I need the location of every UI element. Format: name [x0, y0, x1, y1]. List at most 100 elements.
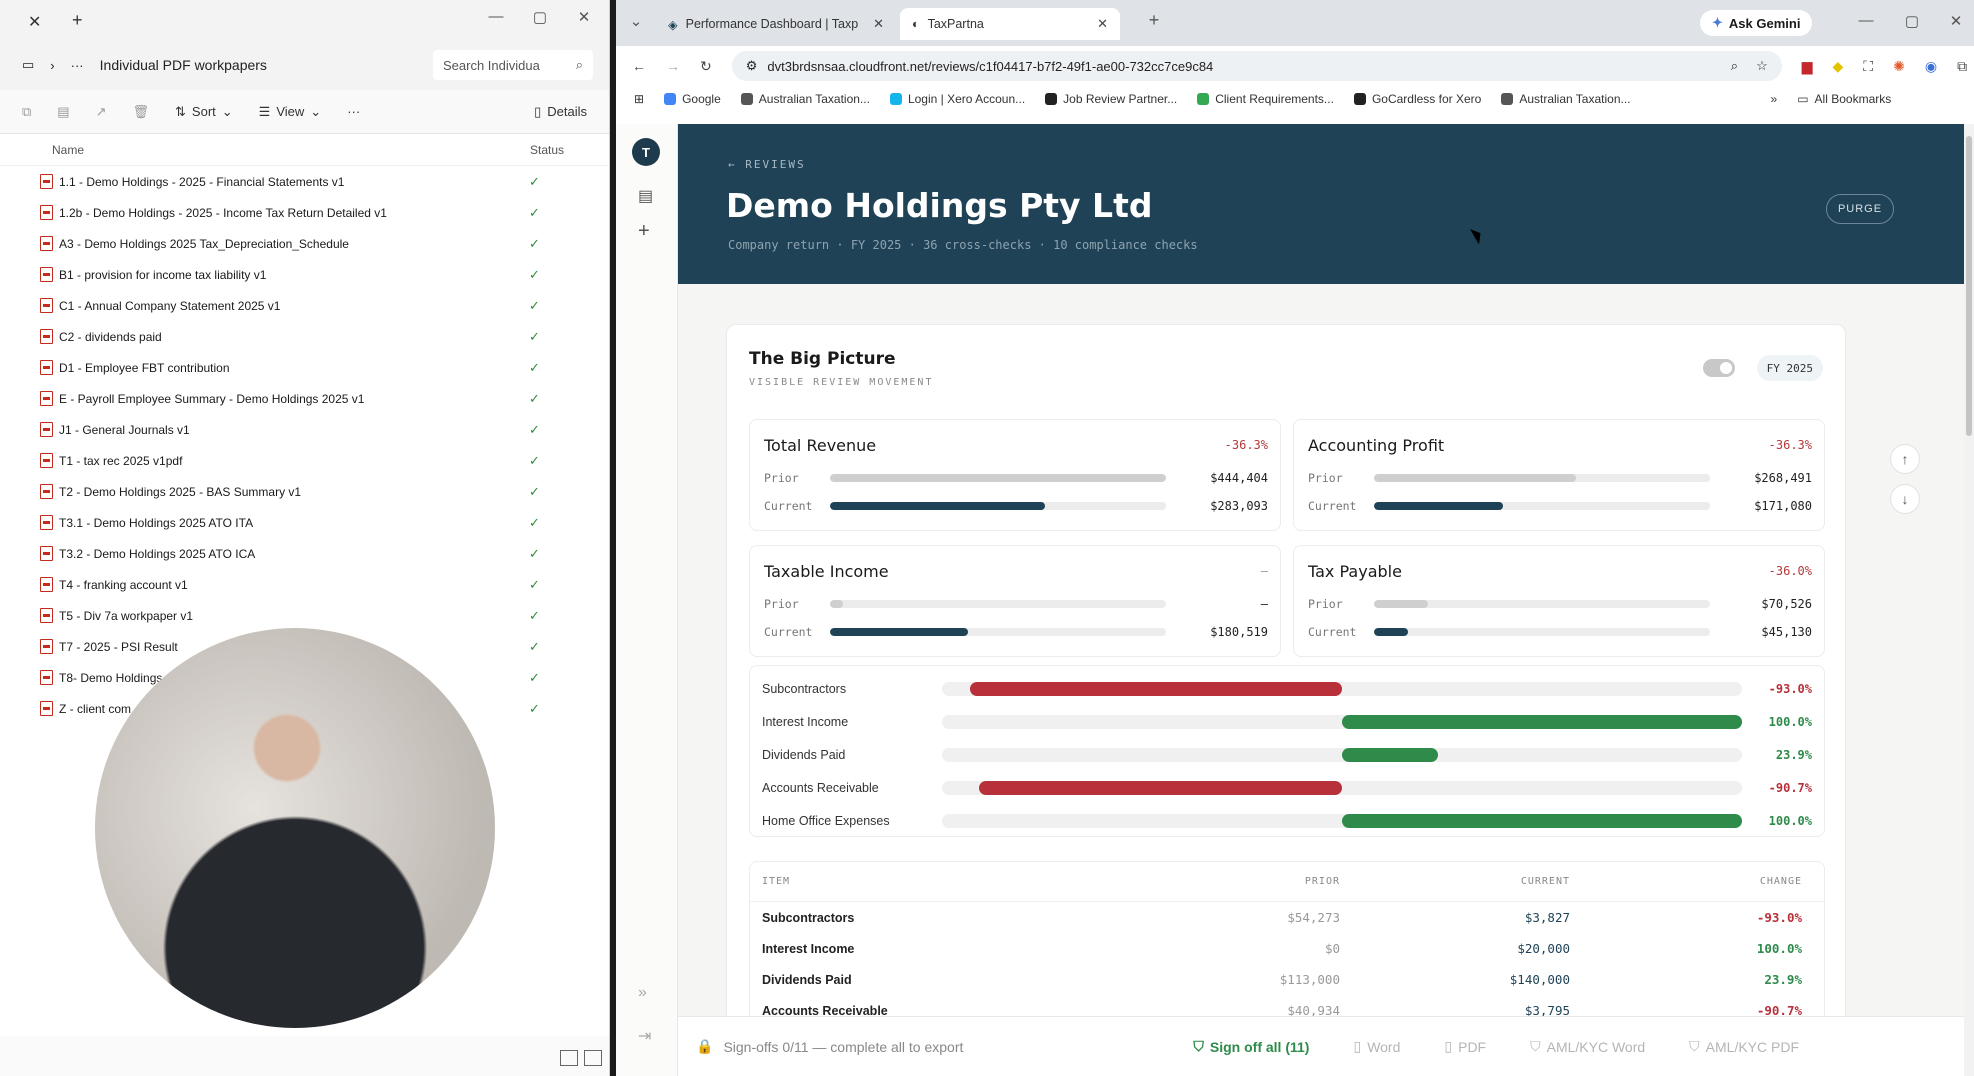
breadcrumb[interactable]: Individual PDF workpapers	[100, 57, 267, 73]
file-row[interactable]: J1 - General Journals v1 ✓	[0, 414, 609, 445]
bookmark-item[interactable]: Login | Xero Accoun...	[889, 92, 1026, 106]
extensions-puzzle-icon[interactable]: ⧉	[1957, 58, 1967, 75]
file-row[interactable]: 1.1 - Demo Holdings - 2025 - Financial S…	[0, 166, 609, 197]
more-bookmarks-icon[interactable]: »	[1771, 92, 1778, 106]
details-button[interactable]: ▯ Details	[534, 104, 587, 120]
prior-row: Prior $268,491	[1308, 470, 1812, 486]
add-icon[interactable]: +	[638, 220, 650, 243]
card-title: The Big Picture	[749, 349, 896, 369]
site-info-icon[interactable]: ⚙	[746, 58, 758, 74]
close-tab-icon[interactable]: ✕	[28, 12, 41, 32]
export-pdf-button[interactable]: ▯ PDF	[1444, 1038, 1486, 1055]
new-tab-icon[interactable]: +	[1136, 10, 1172, 31]
details-view-icon[interactable]	[560, 1050, 578, 1066]
zoom-icon[interactable]: ⌕	[1731, 58, 1738, 74]
prior-row: Prior –	[764, 596, 1268, 612]
file-row[interactable]: 1.2b - Demo Holdings - 2025 - Income Tax…	[0, 197, 609, 228]
page-scrollbar[interactable]	[1964, 124, 1974, 1076]
reload-icon[interactable]: ↻	[700, 58, 712, 75]
purge-button[interactable]: PURGE	[1826, 194, 1894, 224]
export-aml-pdf-button[interactable]: ⛉ AML/KYC PDF	[1689, 1038, 1799, 1055]
chevron-right-icon[interactable]: ›	[50, 58, 54, 73]
file-row[interactable]: T1 - tax rec 2025 v1pdf ✓	[0, 445, 609, 476]
app-logo[interactable]: T	[632, 138, 660, 166]
pdf-file-icon	[40, 453, 53, 468]
bookmark-item[interactable]: GoCardless for Xero	[1353, 92, 1481, 106]
extension-yellow-icon[interactable]: ◆	[1833, 58, 1844, 75]
file-row[interactable]: T5 - Div 7a workpaper v1 ✓	[0, 600, 609, 631]
bookmark-item[interactable]: Australian Taxation...	[1501, 92, 1631, 106]
paste-icon[interactable]: ▤	[57, 104, 69, 120]
file-row[interactable]: E - Payroll Employee Summary - Demo Hold…	[0, 383, 609, 414]
mover-pct: -90.7%	[1768, 781, 1812, 795]
file-row[interactable]: A3 - Demo Holdings 2025 Tax_Depreciation…	[0, 228, 609, 259]
tab-taxpartna[interactable]: ◐ TaxPartna ✕	[900, 8, 1120, 40]
back-icon[interactable]: ←	[632, 58, 646, 74]
metric-card: Accounting Profit -36.3% Prior $268,491 Curr…	[1293, 419, 1825, 531]
new-tab-icon[interactable]: +	[72, 10, 83, 31]
back-to-reviews-link[interactable]: ← REVIEWS	[728, 158, 806, 171]
tab-search-icon[interactable]: ⌄	[626, 12, 646, 30]
file-row[interactable]: C2 - dividends paid ✓	[0, 321, 609, 352]
ask-gemini-button[interactable]: ✦ Ask Gemini	[1700, 10, 1813, 36]
scrollbar-thumb[interactable]	[1966, 136, 1972, 436]
maximize-icon[interactable]: ▢	[522, 8, 558, 26]
bookmark-label: Login | Xero Accoun...	[907, 92, 1026, 106]
bookmark-item[interactable]: Client Requirements...	[1197, 92, 1334, 106]
minimize-icon[interactable]: —	[1848, 12, 1884, 29]
column-status[interactable]: Status	[530, 143, 564, 157]
scroll-up-icon[interactable]: ↑	[1890, 444, 1920, 474]
file-row[interactable]: D1 - Employee FBT contribution ✓	[0, 352, 609, 383]
apps-grid-icon[interactable]: ⊞	[634, 92, 644, 106]
scroll-down-icon[interactable]: ↓	[1890, 484, 1920, 514]
bookmark-item[interactable]: Australian Taxation...	[740, 92, 870, 106]
file-row[interactable]: T3.2 - Demo Holdings 2025 ATO ICA ✓	[0, 538, 609, 569]
export-word-button[interactable]: ▯ Word	[1353, 1038, 1400, 1055]
file-row[interactable]: B1 - provision for income tax liability …	[0, 259, 609, 290]
close-window-icon[interactable]: ✕	[566, 8, 602, 26]
table-row[interactable]: Subcontractors $54,273 $3,827 -93.0%	[750, 902, 1824, 933]
expand-sidebar-icon[interactable]: »	[638, 984, 647, 1002]
column-name[interactable]: Name	[0, 143, 530, 157]
close-window-icon[interactable]: ✕	[1938, 12, 1974, 30]
close-tab-icon[interactable]: ✕	[873, 16, 884, 32]
table-row[interactable]: Interest Income $0 $20,000 100.0%	[750, 933, 1824, 964]
extension-blue-icon[interactable]: ◉	[1925, 58, 1937, 75]
copy-icon[interactable]: ⧉	[22, 104, 31, 120]
search-input[interactable]: Search Individua ⌕	[433, 50, 593, 80]
current-bar-track	[830, 628, 1166, 636]
file-row[interactable]: T3.1 - Demo Holdings 2025 ATO ITA ✓	[0, 507, 609, 538]
logout-icon[interactable]: ⇥	[638, 1026, 651, 1046]
extension-starburst-icon[interactable]: ✺	[1893, 58, 1905, 75]
export-aml-word-button[interactable]: ⛉ AML/KYC Word	[1530, 1038, 1645, 1055]
tiles-view-icon[interactable]	[584, 1050, 602, 1066]
screenshot-icon[interactable]: ⛶	[1863, 58, 1873, 75]
monitor-icon[interactable]: ▭	[22, 57, 34, 73]
file-row[interactable]: T2 - Demo Holdings 2025 - BAS Summary v1…	[0, 476, 609, 507]
document-icon[interactable]: ▤	[638, 186, 653, 206]
tab-performance-dashboard[interactable]: ◈ Performance Dashboard | Taxp ✕	[656, 8, 896, 40]
extension-red-icon[interactable]: ▆	[1802, 58, 1813, 75]
more-options-button[interactable]: ···	[347, 104, 360, 119]
file-row[interactable]: C1 - Annual Company Statement 2025 v1 ✓	[0, 290, 609, 321]
sign-off-all-button[interactable]: ⛉ Sign off all (11)	[1193, 1038, 1309, 1055]
sort-button[interactable]: ⇅ Sort ⌄	[175, 104, 233, 120]
url-bar[interactable]: ⚙ dvt3brdsnsaa.cloudfront.net/reviews/c1…	[731, 51, 1782, 81]
fy-badge[interactable]: FY 2025	[1756, 355, 1823, 381]
cell-item: Interest Income	[762, 941, 855, 956]
forward-icon[interactable]: →	[666, 58, 680, 74]
bookmark-item[interactable]: Job Review Partner...	[1045, 92, 1177, 106]
file-row[interactable]: T4 - franking account v1 ✓	[0, 569, 609, 600]
bookmark-item[interactable]: Google	[664, 92, 721, 106]
ellipsis-icon[interactable]: ···	[71, 58, 84, 73]
all-bookmarks-button[interactable]: ▭ All Bookmarks	[1797, 92, 1891, 106]
view-toggle[interactable]	[1703, 359, 1735, 377]
delete-icon[interactable]: 🗑	[133, 104, 150, 120]
minimize-icon[interactable]: —	[478, 8, 514, 25]
view-button[interactable]: ☰ View ⌄	[259, 104, 322, 120]
table-row[interactable]: Dividends Paid $113,000 $140,000 23.9%	[750, 964, 1824, 995]
share-icon[interactable]: ↗	[96, 104, 107, 120]
maximize-icon[interactable]: ▢	[1894, 12, 1930, 30]
bookmark-star-icon[interactable]: ☆	[1756, 58, 1768, 74]
close-tab-icon[interactable]: ✕	[1097, 16, 1108, 32]
